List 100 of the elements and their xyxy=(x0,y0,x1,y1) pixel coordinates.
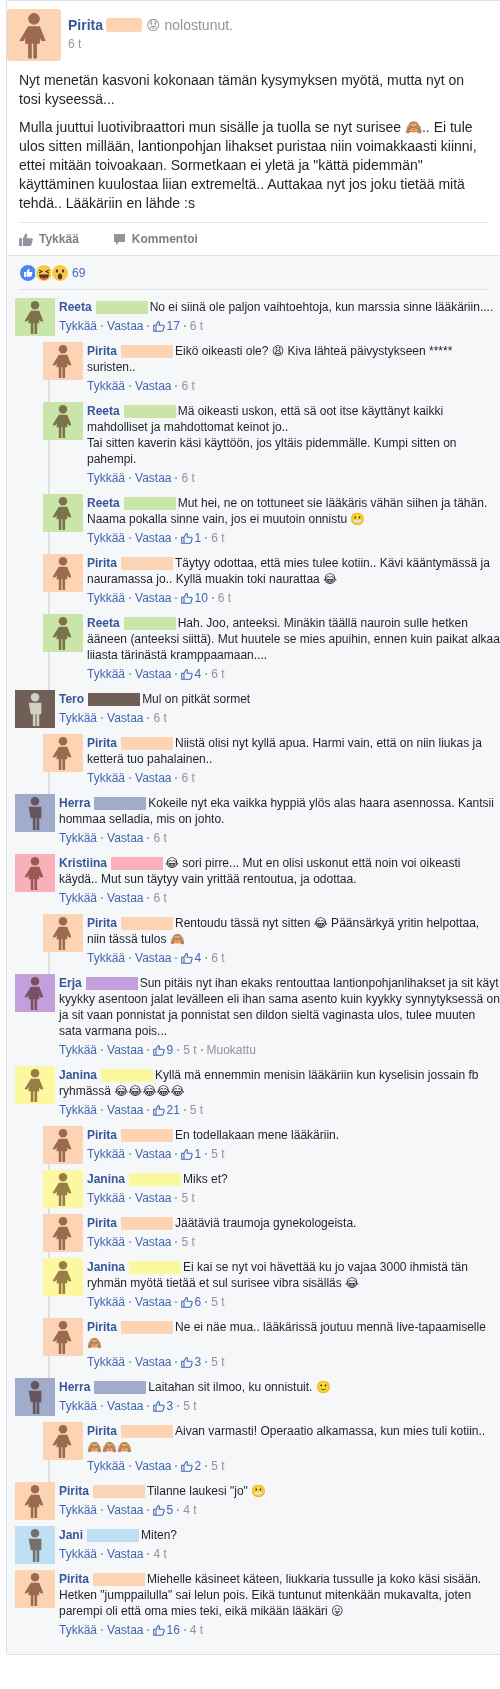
timestamp[interactable]: 6 t xyxy=(211,666,225,682)
reply-link[interactable]: Vastaa xyxy=(135,666,172,682)
author-name[interactable]: Tero xyxy=(59,692,143,706)
author-name[interactable]: Pirita xyxy=(87,1424,175,1438)
author-name[interactable]: Herra xyxy=(59,796,149,810)
like-link[interactable]: Tykkää xyxy=(87,1190,125,1206)
reply-link[interactable]: Vastaa xyxy=(135,378,172,394)
reply-link[interactable]: Vastaa xyxy=(135,1190,172,1206)
author-name[interactable]: Pirita xyxy=(87,1216,175,1230)
like-link[interactable]: Tykkää xyxy=(87,378,125,394)
avatar[interactable] xyxy=(7,9,61,61)
like-link[interactable]: Tykkää xyxy=(87,770,125,786)
like-link[interactable]: Tykkää xyxy=(59,1502,97,1518)
avatar[interactable] xyxy=(15,690,55,728)
like-link[interactable]: Tykkää xyxy=(59,710,97,726)
reply-link[interactable]: Vastaa xyxy=(107,1622,144,1638)
like-count[interactable]: 5 xyxy=(166,1502,174,1518)
like-link[interactable]: Tykkää xyxy=(87,1146,125,1162)
like-count[interactable]: 2 xyxy=(194,1458,202,1474)
like-count[interactable]: 4 xyxy=(194,666,202,682)
timestamp[interactable]: 6 t xyxy=(153,890,167,906)
reply-link[interactable]: Vastaa xyxy=(135,1458,172,1474)
like-link[interactable]: Tykkää xyxy=(87,666,125,682)
author-name[interactable]: Janina xyxy=(87,1172,183,1186)
like-count[interactable]: 1 xyxy=(194,530,202,546)
edited-label[interactable]: Muokattu xyxy=(206,1042,256,1058)
like-link[interactable]: Tykkää xyxy=(87,590,125,606)
reply-link[interactable]: Vastaa xyxy=(135,530,172,546)
like-link[interactable]: Tykkää xyxy=(59,318,97,334)
timestamp[interactable]: 6 t xyxy=(181,378,195,394)
reply-link[interactable]: Vastaa xyxy=(135,770,172,786)
avatar[interactable] xyxy=(15,1570,55,1608)
reply-link[interactable]: Vastaa xyxy=(135,1354,172,1370)
like-link[interactable]: Tykkää xyxy=(59,1102,97,1118)
reply-link[interactable]: Vastaa xyxy=(107,318,144,334)
avatar[interactable] xyxy=(43,614,83,652)
author-name[interactable]: Pirita xyxy=(59,1572,147,1586)
reply-link[interactable]: Vastaa xyxy=(107,830,144,846)
like-count[interactable]: 17 xyxy=(166,318,180,334)
avatar[interactable] xyxy=(43,1422,83,1460)
timestamp[interactable]: 4 t xyxy=(153,1546,167,1562)
avatar[interactable] xyxy=(43,342,83,380)
like-link[interactable]: Tykkää xyxy=(87,1354,125,1370)
timestamp[interactable]: 5 t xyxy=(211,1294,225,1310)
avatar[interactable] xyxy=(15,1066,55,1104)
author-name[interactable]: Reeta xyxy=(87,616,178,630)
timestamp[interactable]: 4 t xyxy=(183,1502,197,1518)
like-link[interactable]: Tykkää xyxy=(59,1398,97,1414)
reply-link[interactable]: Vastaa xyxy=(135,950,172,966)
timestamp[interactable]: 5 t xyxy=(211,1458,225,1474)
author-name[interactable]: Pirita xyxy=(87,1320,175,1334)
timestamp[interactable]: 6 t xyxy=(181,470,195,486)
reply-link[interactable]: Vastaa xyxy=(135,470,172,486)
timestamp[interactable]: 6 t xyxy=(211,950,225,966)
timestamp[interactable]: 6 t xyxy=(153,710,167,726)
timestamp[interactable]: 6 t xyxy=(68,37,82,51)
reply-link[interactable]: Vastaa xyxy=(135,1234,172,1250)
author-name[interactable]: Janina xyxy=(87,1260,183,1274)
timestamp[interactable]: 6 t xyxy=(189,318,204,334)
avatar[interactable] xyxy=(43,734,83,772)
author-name[interactable]: Pirita xyxy=(87,344,175,358)
author-name[interactable]: Erja xyxy=(59,976,140,990)
like-link[interactable]: Tykkää xyxy=(87,1234,125,1250)
timestamp[interactable]: 5 t xyxy=(189,1102,204,1118)
author-name[interactable]: Pirita xyxy=(87,556,175,570)
author-name[interactable]: Kristiina xyxy=(59,856,165,870)
avatar[interactable] xyxy=(43,1170,83,1208)
timestamp[interactable]: 5 t xyxy=(211,1146,225,1162)
author-name[interactable]: Jani xyxy=(59,1528,141,1542)
reaction-count[interactable]: 69 xyxy=(72,266,86,280)
like-link[interactable]: Tykkää xyxy=(87,1294,125,1310)
timestamp[interactable]: 5 t xyxy=(183,1042,197,1058)
author-name[interactable]: Pirita xyxy=(87,1128,175,1142)
like-count[interactable]: 21 xyxy=(166,1102,180,1118)
avatar[interactable] xyxy=(43,1126,83,1164)
author-name[interactable]: Pirita xyxy=(87,736,175,750)
reply-link[interactable]: Vastaa xyxy=(135,590,172,606)
avatar[interactable] xyxy=(43,914,83,952)
reply-link[interactable]: Vastaa xyxy=(107,1398,144,1414)
avatar[interactable] xyxy=(15,854,55,892)
timestamp[interactable]: 5 t xyxy=(181,1234,195,1250)
avatar[interactable] xyxy=(15,1378,55,1416)
reply-link[interactable]: Vastaa xyxy=(135,1146,172,1162)
timestamp[interactable]: 6 t xyxy=(217,590,232,606)
reply-link[interactable]: Vastaa xyxy=(107,1502,144,1518)
timestamp[interactable]: 5 t xyxy=(183,1398,197,1414)
like-link[interactable]: Tykkää xyxy=(87,950,125,966)
avatar[interactable] xyxy=(15,1526,55,1564)
like-link[interactable]: Tykkää xyxy=(59,1622,97,1638)
reply-link[interactable]: Vastaa xyxy=(107,890,144,906)
author-name[interactable]: Herra xyxy=(59,1380,149,1394)
reply-link[interactable]: Vastaa xyxy=(107,1042,144,1058)
author-name[interactable]: Reeta xyxy=(87,496,178,510)
like-count[interactable]: 6 xyxy=(194,1294,202,1310)
reply-link[interactable]: Vastaa xyxy=(107,710,144,726)
like-link[interactable]: Tykkää xyxy=(87,470,125,486)
author-name[interactable]: Reeta xyxy=(87,404,178,418)
timestamp[interactable]: 6 t xyxy=(153,830,167,846)
avatar[interactable] xyxy=(15,974,55,1012)
reply-link[interactable]: Vastaa xyxy=(107,1546,144,1562)
